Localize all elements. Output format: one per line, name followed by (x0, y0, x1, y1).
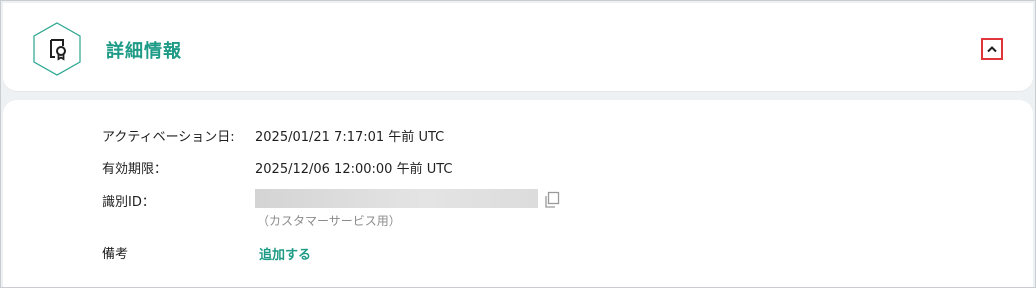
details-panel: 詳細情報 アクティベーション日: 2025/01/21 7:17:01 午前 U… (0, 0, 1036, 288)
chevron-up-icon (987, 46, 997, 53)
activation-date-label: アクティベーション日: (102, 130, 235, 145)
copy-icon[interactable] (543, 191, 561, 209)
details-header: 詳細情報 (3, 3, 1033, 91)
identifier-label: 識別ID： (102, 195, 155, 210)
collapse-button[interactable] (981, 38, 1003, 60)
identifier-hint: （カスタマーサービス用） (257, 214, 401, 228)
notes-label: 備考 (102, 247, 129, 262)
certificate-icon (33, 22, 81, 76)
identifier-value-masked (255, 189, 538, 208)
expiry-date-value: 2025/12/06 12:00:00 午前 UTC (255, 162, 453, 177)
activation-date-value: 2025/01/21 7:17:01 午前 UTC (255, 130, 445, 145)
section-title: 詳細情報 (106, 41, 182, 62)
expiry-date-label: 有効期限： (102, 162, 168, 177)
add-notes-link[interactable]: 追加する (259, 244, 311, 263)
